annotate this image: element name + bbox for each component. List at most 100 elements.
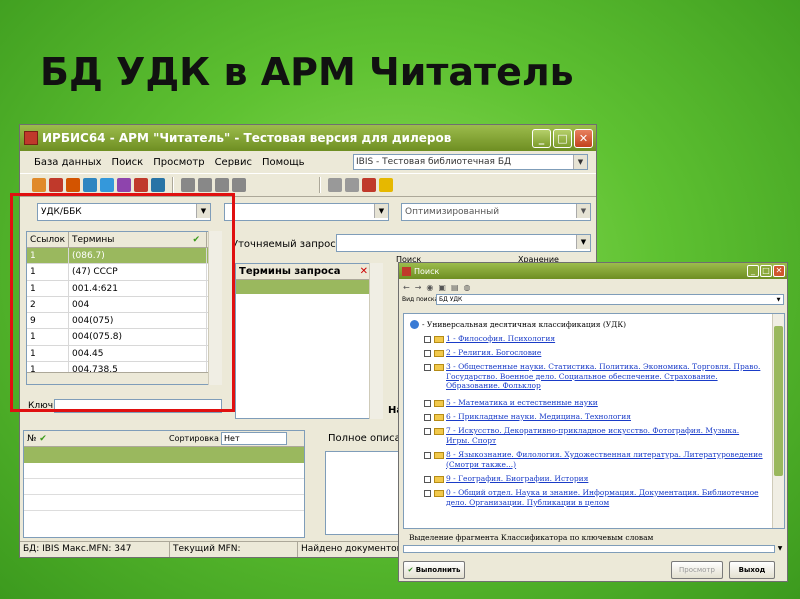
folder-icon xyxy=(434,452,444,459)
home-icon[interactable]: ◍ xyxy=(464,283,471,292)
documents-row[interactable] xyxy=(24,495,304,511)
checkbox[interactable] xyxy=(424,414,431,421)
tool-icon[interactable] xyxy=(117,178,131,192)
query-terms-scrollbar[interactable] xyxy=(369,263,383,419)
menu-search[interactable]: Поиск xyxy=(112,157,144,168)
exit-button[interactable]: Выход xyxy=(729,561,775,579)
documents-row[interactable] xyxy=(24,447,304,463)
checkbox[interactable] xyxy=(424,452,431,459)
window-title: ИРБИС64 - АРМ "Читатель" - Тестовая верс… xyxy=(42,131,452,145)
tree-item[interactable]: 6 - Прикладные науки. Медицина. Технолог… xyxy=(424,412,764,422)
checkbox[interactable] xyxy=(424,350,431,357)
tree-item-link[interactable]: 1 - Философия. Психология xyxy=(446,334,555,344)
tree-item[interactable]: 7 - Искусство. Декоративно-прикладное ис… xyxy=(424,426,764,445)
tree-item[interactable]: 2 - Религия. Богословие xyxy=(424,348,764,358)
checkbox[interactable] xyxy=(424,476,431,483)
chevron-down-icon: ▼ xyxy=(576,235,590,249)
dict-label: Вид поиска: xyxy=(402,296,441,303)
documents-row[interactable] xyxy=(24,463,304,479)
execute-button[interactable]: ✔ Выполнить xyxy=(403,561,465,579)
last-icon[interactable] xyxy=(232,178,246,192)
documents-row[interactable] xyxy=(24,479,304,495)
tree-scrollbar[interactable] xyxy=(772,314,784,528)
dialog-toolbar: ← → ◉ ▣ ▤ ◍ xyxy=(399,279,787,295)
dict-select[interactable]: БД УДК ▼ xyxy=(436,294,784,305)
folder-icon xyxy=(434,428,444,435)
tree-item-link[interactable]: 2 - Религия. Богословие xyxy=(446,348,541,358)
chevron-down-icon: ▼ xyxy=(576,204,590,218)
menu-service[interactable]: Сервис xyxy=(215,157,252,168)
mode-select[interactable]: Оптимизированный ▼ xyxy=(401,203,591,221)
expand-icon[interactable]: ▣ xyxy=(438,283,446,292)
dialog-maximize-button[interactable]: □ xyxy=(760,265,772,277)
query-term-row[interactable] xyxy=(236,280,382,294)
highlight-frame xyxy=(10,193,235,412)
tool-icon[interactable] xyxy=(100,178,114,192)
database-select[interactable]: IBIS - Тестовая библиотечная БД ▼ xyxy=(353,154,588,170)
query-terms-header: Термины запроса ✕ xyxy=(236,264,382,280)
tree-item-link[interactable]: 8 - Языкознание. Филология. Художественн… xyxy=(446,450,764,469)
menu-help[interactable]: Помощь xyxy=(262,157,305,168)
slide-title: БД УДК в АРМ Читатель xyxy=(40,50,574,94)
search-term-input[interactable]: ▼ xyxy=(224,203,389,221)
tool-icon[interactable] xyxy=(32,178,46,192)
minimize-button[interactable]: _ xyxy=(532,128,551,148)
maximize-button[interactable]: □ xyxy=(553,128,572,148)
refine-query-select[interactable]: ▼ xyxy=(336,234,591,252)
tree-item-link[interactable]: 3 - Общественные науки. Статистика. Поли… xyxy=(446,362,764,391)
print-icon[interactable] xyxy=(328,178,342,192)
checkbox[interactable] xyxy=(424,428,431,435)
database-select-value: IBIS - Тестовая библиотечная БД xyxy=(356,157,512,167)
tool-icon[interactable] xyxy=(134,178,148,192)
next-icon[interactable] xyxy=(215,178,229,192)
checkbox[interactable] xyxy=(424,336,431,343)
checkbox[interactable] xyxy=(424,400,431,407)
tree-item-link[interactable]: 6 - Прикладные науки. Медицина. Технолог… xyxy=(446,412,631,422)
tool-icon[interactable] xyxy=(151,178,165,192)
tree-item[interactable]: 3 - Общественные науки. Статистика. Поли… xyxy=(424,362,764,391)
forward-icon[interactable]: → xyxy=(415,283,422,292)
folder-icon xyxy=(434,476,444,483)
sort-select[interactable]: Нет xyxy=(221,432,287,445)
exit-button-label: Выход xyxy=(738,566,766,574)
tree-item[interactable]: 8 - Языкознание. Филология. Художественн… xyxy=(424,450,764,469)
refresh-icon[interactable]: ◉ xyxy=(426,283,433,292)
refine-label: Уточняемый запрос: xyxy=(232,239,340,250)
tool-icon[interactable] xyxy=(83,178,97,192)
tree-item[interactable]: 9 - География. Биографии. История xyxy=(424,474,764,484)
tool-icon[interactable] xyxy=(49,178,63,192)
folder-icon xyxy=(434,350,444,357)
tree-item-link[interactable]: 7 - Искусство. Декоративно-прикладное ис… xyxy=(446,426,764,445)
keyword-input[interactable] xyxy=(403,545,775,553)
tool-icon[interactable] xyxy=(362,178,376,192)
prev-icon[interactable] xyxy=(198,178,212,192)
collapse-icon[interactable]: ▤ xyxy=(451,283,459,292)
checkbox[interactable] xyxy=(424,490,431,497)
col-num-header: № xyxy=(27,434,37,444)
tree-item[interactable]: 5 - Математика и естественные науки xyxy=(424,398,764,408)
tree-item-link[interactable]: 9 - География. Биографии. История xyxy=(446,474,588,484)
menu-view[interactable]: Просмотр xyxy=(153,157,204,168)
tree-root[interactable]: - Универсальная десятичная классификация… xyxy=(410,320,626,329)
dialog-close-button[interactable]: ✕ xyxy=(773,265,785,277)
tree-item-link[interactable]: 5 - Математика и естественные науки xyxy=(446,398,598,408)
tree-item-link[interactable]: 0 - Общий отдел. Наука и знание. Информа… xyxy=(446,488,764,507)
checkbox[interactable] xyxy=(424,364,431,371)
tool-icon[interactable] xyxy=(379,178,393,192)
dialog-minimize-button[interactable]: _ xyxy=(747,265,759,277)
title-bar: ИРБИС64 - АРМ "Читатель" - Тестовая верс… xyxy=(20,125,596,151)
delete-icon[interactable]: ✕ xyxy=(360,264,368,280)
first-icon[interactable] xyxy=(181,178,195,192)
view-button[interactable]: Просмотр xyxy=(671,561,723,579)
query-terms-title: Термины запроса xyxy=(239,266,341,277)
close-button[interactable]: ✕ xyxy=(574,128,593,148)
tool-icon[interactable] xyxy=(345,178,359,192)
tool-icon[interactable] xyxy=(66,178,80,192)
chevron-down-icon[interactable]: ▼ xyxy=(775,545,785,553)
tree-item[interactable]: 1 - Философия. Психология xyxy=(424,334,764,344)
status-mfn: Текущий MFN: xyxy=(170,542,298,557)
back-icon[interactable]: ← xyxy=(403,283,410,292)
tree-item[interactable]: 0 - Общий отдел. Наука и знание. Информа… xyxy=(424,488,764,507)
scroll-thumb[interactable] xyxy=(774,326,783,476)
menu-database[interactable]: База данных xyxy=(34,157,102,168)
